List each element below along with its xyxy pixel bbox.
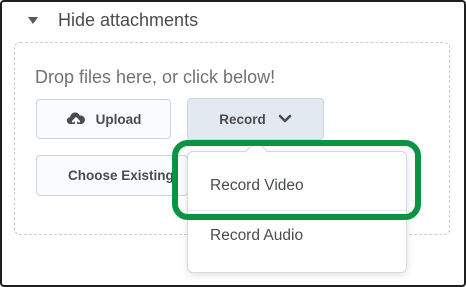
choose-existing-button[interactable]: Choose Existing — [36, 155, 188, 196]
record-audio-label: Record Audio — [210, 227, 304, 244]
upload-button-label: Upload — [95, 111, 142, 127]
chevron-down-icon — [278, 114, 292, 124]
dropzone-prompt: Drop files here, or click below! — [35, 67, 276, 87]
caret-down-icon — [28, 17, 38, 24]
attachments-panel: Hide attachments Drop files here, or cli… — [0, 0, 466, 287]
cloud-upload-icon — [66, 111, 86, 127]
menu-item-record-video[interactable]: Record Video — [188, 160, 406, 212]
hide-attachments-toggle[interactable]: Hide attachments — [28, 8, 198, 32]
record-button-label: Record — [219, 111, 266, 127]
menu-item-record-audio[interactable]: Record Audio — [188, 210, 406, 262]
hide-attachments-label: Hide attachments — [58, 9, 199, 30]
upload-button[interactable]: Upload — [36, 99, 171, 139]
choose-existing-button-label: Choose Existing — [68, 168, 174, 183]
record-dropdown-menu: Record Video Record Audio — [187, 151, 407, 273]
record-button[interactable]: Record — [187, 98, 324, 140]
record-video-label: Record Video — [210, 177, 304, 194]
